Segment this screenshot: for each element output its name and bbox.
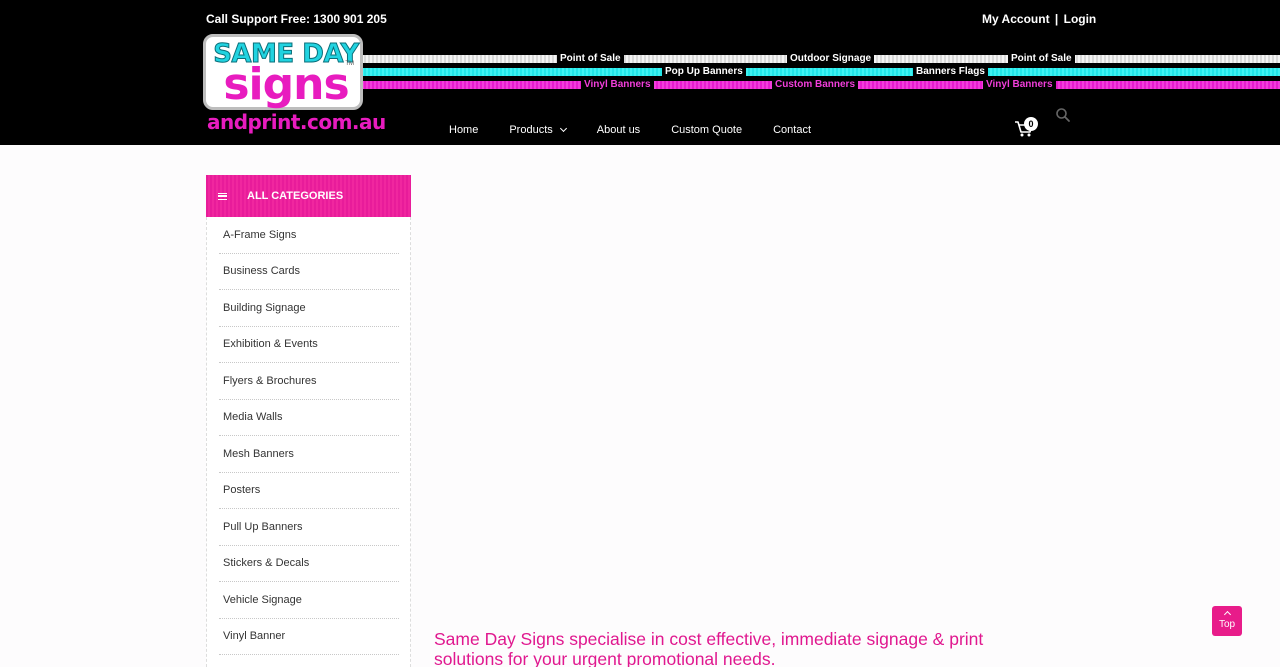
category-item[interactable]: Stickers & Decals: [219, 546, 399, 582]
main-nav: Home Products About us Custom Quote Cont…: [449, 124, 842, 136]
nav-quote-label: Custom Quote: [671, 124, 743, 136]
back-to-top-label: Top: [1218, 619, 1236, 630]
cart-count-badge: 0: [1024, 117, 1038, 131]
category-list: A-Frame Signs Business Cards Building Si…: [206, 217, 411, 667]
site-header: Call Support Free: 1300 901 205 My Accou…: [0, 0, 1280, 145]
nav-products[interactable]: Products: [509, 124, 567, 136]
category-item[interactable]: Exhibition & Events: [219, 327, 399, 363]
logo-badge: SAME DAY signs TM: [203, 34, 363, 110]
logo-signs: signs: [223, 59, 349, 110]
search-icon[interactable]: [1055, 107, 1071, 123]
nav-contact-label: Contact: [773, 124, 812, 136]
category-item[interactable]: A-Frame Signs: [219, 217, 399, 254]
logo-trademark: TM: [345, 61, 354, 67]
chevron-down-icon: [559, 124, 567, 133]
nav-home[interactable]: Home: [449, 124, 478, 136]
stripe-label: Custom Banners: [772, 79, 859, 90]
my-account-link[interactable]: My Account: [982, 12, 1050, 26]
nav-custom-quote[interactable]: Custom Quote: [671, 124, 742, 136]
categories-title: ALL CATEGORIES: [247, 190, 344, 202]
nav-home-label: Home: [449, 124, 479, 136]
login-link[interactable]: Login: [1064, 12, 1097, 26]
hero-tagline: Same Day Signs specialise in cost effect…: [434, 629, 984, 667]
all-categories-header[interactable]: ALL CATEGORIES: [206, 175, 411, 217]
stripe-label: Point of Sale: [557, 53, 624, 64]
stripe-label: Pop Up Banners: [662, 66, 746, 77]
hamburger-icon: [218, 192, 227, 200]
account-separator: |: [1054, 12, 1059, 26]
back-to-top-button[interactable]: Top: [1212, 606, 1242, 636]
stripe-label: Outdoor Signage: [787, 53, 875, 64]
category-item[interactable]: Building Signage: [219, 290, 399, 327]
category-item[interactable]: Business Cards: [219, 254, 399, 290]
stripe-cyan: [360, 68, 1280, 76]
category-item[interactable]: Vehicle Signage: [219, 582, 399, 619]
header-banner-stripes: Point of Sale Outdoor Signage Point of S…: [360, 53, 1280, 91]
category-item[interactable]: Flyers & Brochures: [219, 363, 399, 400]
nav-about-label: About us: [596, 124, 641, 136]
logo-domain: andprint.com.au: [207, 110, 386, 134]
stripe-label: Vinyl Banners: [983, 79, 1056, 90]
category-item[interactable]: Mesh Banners: [219, 436, 399, 473]
stripe-label: Vinyl Banners: [581, 79, 654, 90]
nav-about[interactable]: About us: [597, 124, 640, 136]
category-item[interactable]: Posters: [219, 473, 399, 509]
nav-contact[interactable]: Contact: [773, 124, 811, 136]
category-item[interactable]: Pull Up Banners: [219, 509, 399, 546]
category-item[interactable]: Media Walls: [219, 400, 399, 436]
nav-products-label: Products: [509, 124, 553, 136]
support-phone: Call Support Free: 1300 901 205: [206, 12, 387, 26]
stripe-label: Point of Sale: [1008, 53, 1075, 64]
category-item[interactable]: Vinyl Banner: [219, 619, 399, 655]
chevron-up-icon: [1223, 610, 1231, 619]
account-links: My Account | Login: [982, 12, 1096, 26]
stripe-label: Banners Flags: [913, 66, 988, 77]
site-logo[interactable]: SAME DAY signs TM andprint.com.au: [203, 34, 386, 136]
